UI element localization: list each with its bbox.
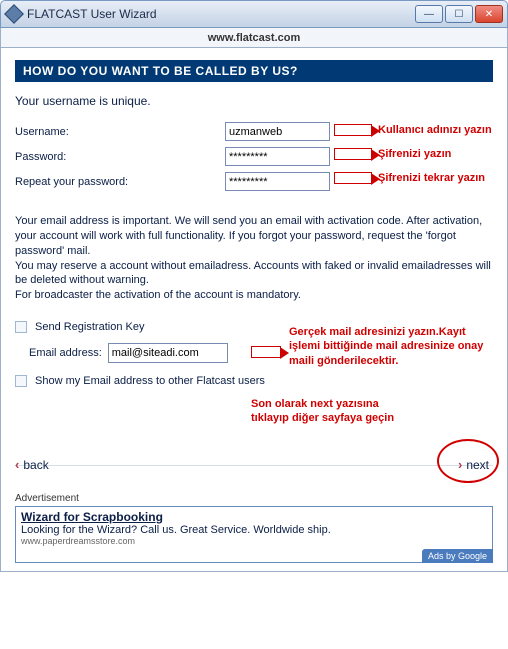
ad-badge[interactable]: Ads by Google [422,549,493,563]
maximize-button[interactable]: ☐ [445,5,473,23]
form-area: Username: Password: Repeat your password… [15,122,493,214]
url-bar: www.flatcast.com [0,28,508,48]
window-buttons: — ☐ ✕ [415,5,503,23]
info-paragraph: Your email address is important. We will… [15,214,493,303]
show-email-row: Show my Email address to other Flatcast … [15,375,493,387]
ad-url: www.paperdreamsstore.com [21,536,487,546]
email-row: Email address: Gerçek mail adresinizi ya… [29,343,493,363]
email-input[interactable] [108,343,228,363]
back-button[interactable]: ‹ back [15,457,49,472]
arrow-icon [251,346,281,358]
minimize-button[interactable]: — [415,5,443,23]
close-button[interactable]: ✕ [475,5,503,23]
content-area: HOW DO YOU WANT TO BE CALLED BY US? Your… [0,48,508,572]
annotation-password: Şifrenizi yazın [334,148,451,160]
arrow-icon [334,172,372,184]
username-label: Username: [15,126,225,138]
window-title: FLATCAST User Wizard [27,7,415,21]
send-reg-key-checkbox[interactable] [15,321,27,333]
ad-title[interactable]: Wizard for Scrapbooking [21,510,487,524]
titlebar: FLATCAST User Wizard — ☐ ✕ [0,0,508,28]
annotation-username: Kullanıcı adınızı yazın [334,124,492,136]
username-input[interactable] [225,122,330,141]
password-input[interactable] [225,147,330,166]
password-label: Password: [15,151,225,163]
email-label: Email address: [29,347,102,359]
divider [15,465,493,466]
app-icon [4,4,24,24]
annotation-repeat: Şifrenizi tekrar yazın [334,172,485,184]
arrow-icon [334,124,372,136]
ad-section-label: Advertisement [15,493,493,504]
ad-box: Wizard for Scrapbooking Looking for the … [15,506,493,563]
repeat-password-label: Repeat your password: [15,176,225,188]
show-email-label: Show my Email address to other Flatcast … [35,375,265,387]
annotation-email: Gerçek mail adresinizi yazın.Kayıt işlem… [289,325,499,368]
chevron-left-icon: ‹ [15,457,19,472]
subtitle: Your username is unique. [15,94,493,108]
arrow-icon [334,148,372,160]
chevron-right-icon: › [458,457,462,472]
next-button[interactable]: › next [458,457,489,472]
annotation-email-arrow [251,346,287,358]
nav-bar: Son olarak next yazısına tıklayıp diğer … [15,457,493,487]
page-heading: HOW DO YOU WANT TO BE CALLED BY US? [15,60,493,82]
show-email-checkbox[interactable] [15,375,27,387]
repeat-password-input[interactable] [225,172,330,191]
ad-text: Looking for the Wizard? Call us. Great S… [21,524,487,536]
send-reg-key-label: Send Registration Key [35,321,144,333]
annotation-next: Son olarak next yazısına tıklayıp diğer … [251,397,411,426]
